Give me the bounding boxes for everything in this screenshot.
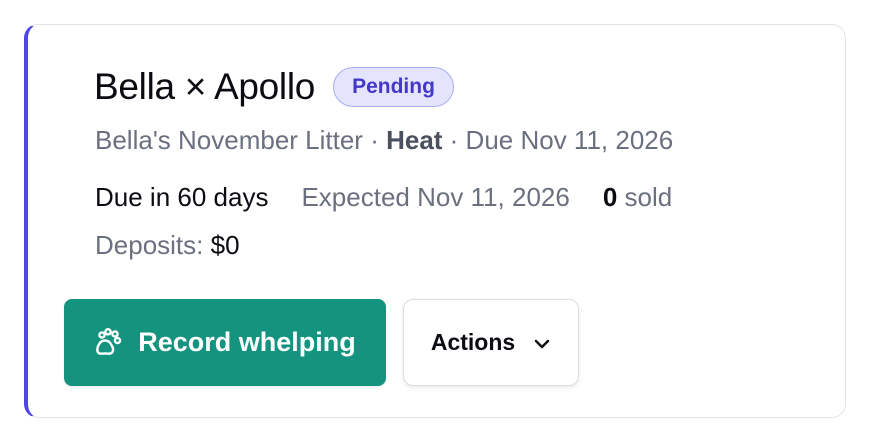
cycle-type: Heat bbox=[386, 125, 443, 155]
expected-date: Expected Nov 11, 2026 bbox=[301, 182, 570, 212]
actions-label: Actions bbox=[430, 329, 516, 355]
sold-count: 0 bbox=[602, 182, 618, 212]
separator: · bbox=[362, 125, 387, 155]
status-badge: Pending bbox=[333, 67, 454, 107]
separator: · bbox=[442, 125, 466, 155]
litter-title: Bella × Apollo bbox=[94, 66, 316, 107]
due-date: Due Nov 11, 2026 bbox=[465, 125, 674, 155]
paw-icon bbox=[94, 327, 124, 358]
deposits-stat: Deposits: $0 bbox=[95, 230, 240, 261]
stats-row: Due in 60 days Expected Nov 11, 2026 0 s… bbox=[95, 182, 672, 213]
litter-name: Bella's November Litter bbox=[95, 125, 363, 155]
litter-subtitle: Bella's November Litter · Heat · Due Nov… bbox=[95, 125, 673, 156]
record-whelping-button[interactable]: Record whelping bbox=[64, 299, 386, 386]
chevron-down-icon bbox=[533, 329, 551, 356]
due-in-countdown: Due in 60 days bbox=[95, 182, 269, 212]
actions-dropdown-button[interactable]: Actions bbox=[403, 299, 579, 386]
deposits-value: $0 bbox=[210, 230, 240, 260]
sold-label: sold bbox=[624, 182, 673, 212]
sold-stat: 0 sold bbox=[603, 182, 672, 213]
deposits-label: Deposits: bbox=[95, 230, 204, 260]
card-header: Bella × Apollo Pending bbox=[94, 63, 454, 111]
litter-card: Bella × Apollo Pending Bella's November … bbox=[24, 24, 846, 418]
record-whelping-label: Record whelping bbox=[138, 327, 356, 357]
